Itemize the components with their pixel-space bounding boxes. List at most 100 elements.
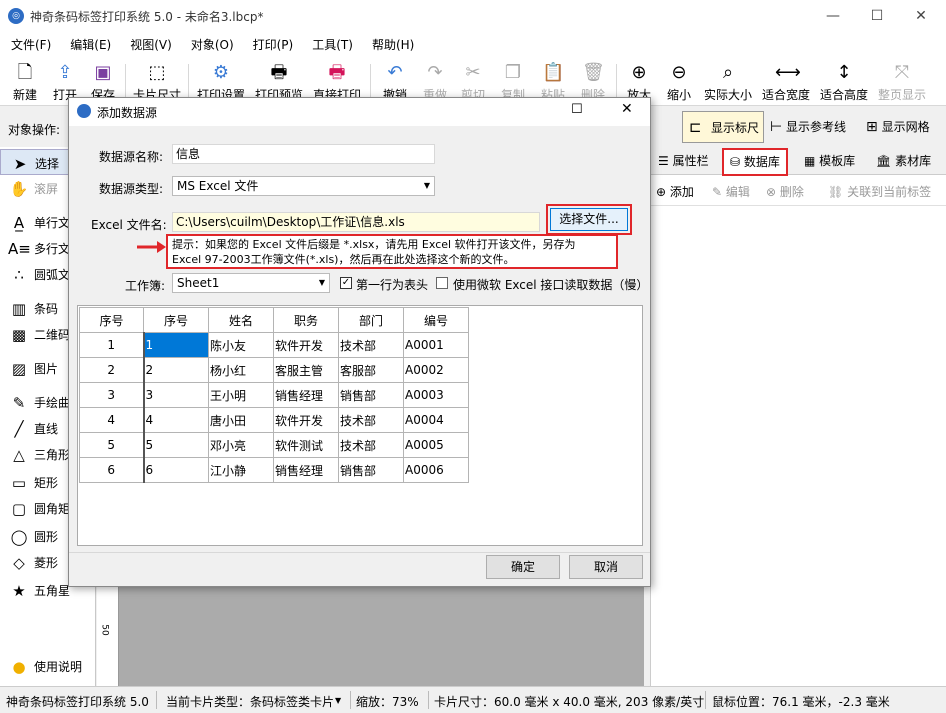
row-header[interactable]: 5	[79, 432, 145, 458]
toolbar-separator	[125, 64, 126, 100]
table-cell[interactable]: 技术部	[338, 407, 404, 433]
fit-width-icon: ⟷	[775, 62, 801, 83]
table-cell[interactable]: 销售经理	[273, 457, 339, 483]
choose-file-button[interactable]: 选择文件...	[550, 208, 628, 231]
table-cell[interactable]: 软件开发	[273, 332, 339, 358]
menu-help[interactable]: 帮助(H)	[361, 32, 422, 53]
table-cell[interactable]: 3	[143, 382, 209, 408]
excel-file-path-input[interactable]: C:\Users\cuilm\Desktop\工作证\信息.xls	[172, 212, 540, 232]
menu-view[interactable]: 视图(V)	[119, 32, 180, 53]
tab-templates[interactable]: ▦ 模板库	[798, 147, 861, 175]
right-panel-tabs: ☰ 属性栏 ⛁ 数据库 ▦ 模板库 🏛 素材库	[650, 147, 946, 176]
fit-page-icon: ⤧	[894, 62, 910, 83]
chevron-down-icon: ▼	[423, 181, 430, 190]
hint-line-1: 提示：如果您的 Excel 文件后缀是 *.xlsx，请先用 Excel 软件打…	[172, 238, 576, 251]
table-cell[interactable]: 销售部	[338, 457, 404, 483]
actual-size-button[interactable]: ⌕ 实际大小	[703, 60, 753, 104]
table-cell[interactable]: 陈小友	[208, 332, 274, 358]
table-cell[interactable]: 4	[143, 407, 209, 433]
fit-page-button[interactable]: ⤧ 整页显示	[877, 60, 927, 104]
zoom-out-button[interactable]: ⊖ 缩小	[654, 60, 704, 104]
table-cell[interactable]: A0002	[403, 357, 469, 383]
table-cell[interactable]: A0001	[403, 332, 469, 358]
help-manual[interactable]: ● 使用说明	[0, 653, 96, 679]
tab-materials[interactable]: 🏛 素材库	[870, 147, 937, 175]
table-row: 2 2 杨小红 客服主管 客服部 A0002	[79, 357, 469, 383]
delete-data-button[interactable]: ⊗ 删除	[766, 183, 804, 200]
table-cell[interactable]: 客服部	[338, 357, 404, 383]
data-preview-grid[interactable]: 序号 序号 姓名 职务 部门 编号 1 1 陈小友 软件开发 技术部 A0001…	[77, 305, 643, 546]
column-header[interactable]: 姓名	[208, 307, 274, 333]
datasource-name-input[interactable]: 信息	[172, 144, 435, 164]
link-icon: ⛓	[828, 185, 844, 199]
sheet-select[interactable]: Sheet1 ▼	[172, 273, 330, 293]
first-row-header-checkbox[interactable]: ✓	[340, 277, 352, 289]
table-cell[interactable]: 销售部	[338, 382, 404, 408]
plus-icon: ⊕	[656, 185, 667, 199]
table-cell[interactable]: 杨小红	[208, 357, 274, 383]
table-cell[interactable]: 销售经理	[273, 382, 339, 408]
add-data-button[interactable]: ⊕ 添加	[656, 183, 694, 200]
rectangle-icon: ▭	[11, 473, 27, 492]
tab-database[interactable]: ⛁ 数据库	[722, 148, 788, 176]
table-cell[interactable]: 软件开发	[273, 407, 339, 433]
table-cell[interactable]: 客服主管	[273, 357, 339, 383]
database-actions: ⊕ 添加 ✎ 编辑 ⊗ 删除 ⛓ 关联到当前标签	[650, 176, 946, 206]
row-header[interactable]: 2	[79, 357, 145, 383]
table-cell[interactable]: A0003	[403, 382, 469, 408]
table-cell[interactable]: 王小明	[208, 382, 274, 408]
maximize-icon[interactable]: ☐	[862, 6, 892, 26]
fit-height-button[interactable]: ↕ 适合高度	[819, 60, 869, 104]
dialog-close-icon[interactable]: ✕	[621, 101, 633, 117]
fit-width-button[interactable]: ⟷ 适合宽度	[761, 60, 811, 104]
column-header[interactable]: 序号	[143, 307, 209, 333]
show-guides-toggle[interactable]: ⊢ 显示参考线	[770, 118, 846, 135]
table-cell[interactable]: 邓小亮	[208, 432, 274, 458]
column-header[interactable]: 部门	[338, 307, 404, 333]
status-separator	[156, 691, 157, 709]
row-header[interactable]: 4	[79, 407, 145, 433]
ok-button[interactable]: 确定	[486, 555, 560, 579]
use-ms-interface-checkbox[interactable]	[436, 277, 448, 289]
add-datasource-dialog: 添加数据源 ☐ ✕ 数据源名称: 信息 数据源类型: MS Excel 文件 ▼…	[68, 97, 651, 587]
table-cell[interactable]: A0005	[403, 432, 469, 458]
column-header[interactable]: 职务	[273, 307, 339, 333]
design-canvas[interactable]	[97, 585, 644, 686]
show-grid-toggle[interactable]: ⊞ 显示网格	[866, 118, 930, 135]
table-cell[interactable]: 江小静	[208, 457, 274, 483]
print-preview-icon: 🖶	[270, 62, 288, 83]
row-header[interactable]: 1	[79, 332, 145, 358]
table-cell[interactable]: 唐小田	[208, 407, 274, 433]
tab-properties[interactable]: ☰ 属性栏	[652, 147, 715, 175]
status-card-type[interactable]: 当前卡片类型：条码标签类卡片	[166, 693, 334, 710]
table-cell[interactable]: 6	[143, 457, 209, 483]
menu-file[interactable]: 文件(F)	[0, 32, 59, 53]
datasource-type-label: 数据源类型:	[99, 182, 164, 196]
dialog-maximize-icon[interactable]: ☐	[571, 102, 583, 117]
table-cell[interactable]: 软件测试	[273, 432, 339, 458]
menu-tools[interactable]: 工具(T)	[301, 32, 361, 53]
table-cell[interactable]: A0006	[403, 457, 469, 483]
table-row: 3 3 王小明 销售经理 销售部 A0003	[79, 382, 469, 408]
table-cell[interactable]: 1	[143, 332, 209, 358]
menu-object[interactable]: 对象(O)	[180, 32, 242, 53]
minimize-icon[interactable]: —	[818, 6, 848, 26]
row-header[interactable]: 3	[79, 382, 145, 408]
cancel-button[interactable]: 取消	[569, 555, 643, 579]
menu-print[interactable]: 打印(P)	[242, 32, 302, 53]
column-header[interactable]: 编号	[403, 307, 469, 333]
edit-data-button[interactable]: ✎ 编辑	[712, 183, 750, 200]
dropdown-arrow-icon: ▼	[335, 696, 342, 705]
row-header[interactable]: 6	[79, 457, 145, 483]
table-cell[interactable]: 技术部	[338, 432, 404, 458]
table-cell[interactable]: A0004	[403, 407, 469, 433]
datasource-type-select[interactable]: MS Excel 文件 ▼	[172, 176, 435, 196]
menu-edit[interactable]: 编辑(E)	[59, 32, 119, 53]
table-cell[interactable]: 5	[143, 432, 209, 458]
show-ruler-toggle[interactable]: ⊏ 显示标尺	[682, 111, 764, 143]
table-cell[interactable]: 2	[143, 357, 209, 383]
table-cell[interactable]: 技术部	[338, 332, 404, 358]
column-header[interactable]: 序号	[79, 307, 144, 333]
close-icon[interactable]: ✕	[906, 6, 936, 26]
link-to-label-button[interactable]: ⛓ 关联到当前标签	[828, 183, 931, 200]
